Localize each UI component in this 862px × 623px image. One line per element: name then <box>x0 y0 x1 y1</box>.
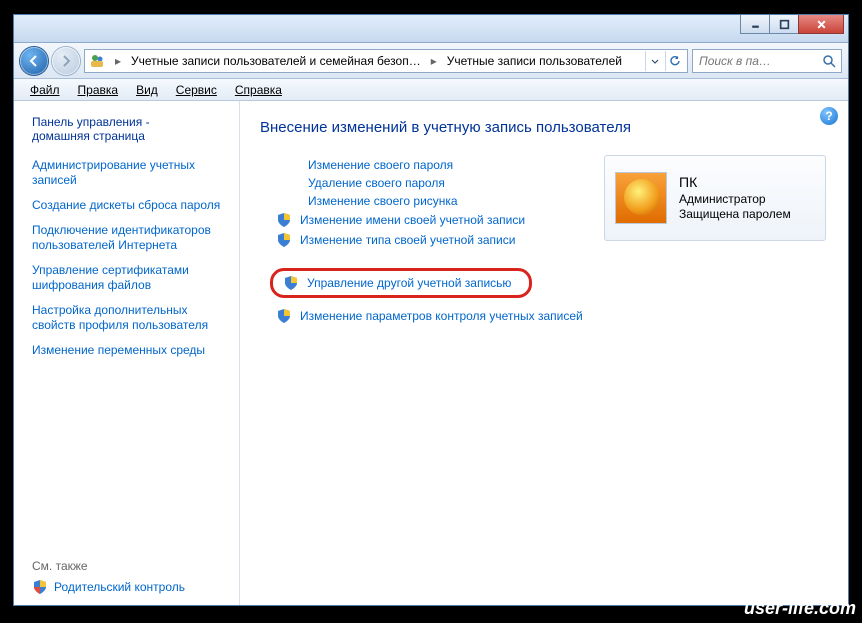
task-manage-another-account[interactable]: Управление другой учетной записью <box>307 276 511 290</box>
task-link[interactable]: Изменение параметров контроля учетных за… <box>300 309 583 323</box>
users-icon <box>89 53 105 69</box>
shield-icon <box>276 308 292 324</box>
minimize-button[interactable] <box>740 15 770 34</box>
task-link[interactable]: Изменение своего пароля <box>308 158 453 172</box>
sidebar-link[interactable]: Создание дискеты сброса пароля <box>32 198 227 213</box>
control-panel-window: ▸ Учетные записи пользователей и семейна… <box>13 14 849 606</box>
sidebar-link[interactable]: Изменение переменных среды <box>32 343 227 358</box>
search-box[interactable] <box>692 49 842 73</box>
sidebar-link[interactable]: Администрирование учетных записей <box>32 158 227 188</box>
shield-icon <box>283 275 299 291</box>
sidebar: Панель управления -домашняя страница Адм… <box>14 101 240 605</box>
search-input[interactable] <box>697 53 821 69</box>
parental-control-link[interactable]: Родительский контроль <box>54 580 185 595</box>
page-title: Внесение изменений в учетную запись поль… <box>260 119 828 136</box>
menu-view[interactable]: Вид <box>128 81 166 99</box>
account-name: ПК <box>679 173 791 191</box>
address-bar[interactable]: ▸ Учетные записи пользователей и семейна… <box>84 49 688 73</box>
highlighted-task: Управление другой учетной записью <box>270 268 532 298</box>
task-link[interactable]: Изменение типа своей учетной записи <box>300 233 515 247</box>
address-dropdown-button[interactable] <box>645 51 663 71</box>
help-button[interactable]: ? <box>820 107 838 125</box>
sidebar-heading[interactable]: Панель управления -домашняя страница <box>32 115 227 143</box>
account-card: ПК Администратор Защищена паролем <box>604 155 826 241</box>
see-also-heading: См. также <box>32 559 227 573</box>
menu-edit[interactable]: Правка <box>70 81 127 99</box>
refresh-button[interactable] <box>665 51 683 71</box>
back-button[interactable] <box>20 47 48 75</box>
task-link[interactable]: Изменение своего рисунка <box>308 194 458 208</box>
menu-help[interactable]: Справка <box>227 81 290 99</box>
account-role: Администратор <box>679 192 791 208</box>
chevron-right-icon: ▸ <box>427 54 441 68</box>
forward-button[interactable] <box>52 47 80 75</box>
sidebar-link[interactable]: Настройка дополнительных свойств профиля… <box>32 303 227 333</box>
watermark: user-life.com <box>744 598 856 619</box>
menu-bar: Файл Правка Вид Сервис Справка <box>14 79 848 101</box>
task-link[interactable]: Удаление своего пароля <box>308 176 445 190</box>
maximize-button[interactable] <box>769 15 799 34</box>
sidebar-link[interactable]: Подключение идентификаторов пользователе… <box>32 223 227 253</box>
account-password-status: Защищена паролем <box>679 207 791 223</box>
chevron-right-icon: ▸ <box>111 54 125 68</box>
breadcrumb-seg-1[interactable]: Учетные записи пользователей и семейная … <box>131 54 421 68</box>
titlebar <box>14 15 848 43</box>
task-link[interactable]: Изменение имени своей учетной записи <box>300 213 525 227</box>
close-button[interactable] <box>798 15 844 34</box>
shield-icon <box>276 212 292 228</box>
shield-icon <box>276 232 292 248</box>
breadcrumb-seg-2[interactable]: Учетные записи пользователей <box>447 54 622 68</box>
search-icon <box>821 53 837 69</box>
menu-file[interactable]: Файл <box>22 81 68 99</box>
menu-tools[interactable]: Сервис <box>168 81 225 99</box>
sidebar-link[interactable]: Управление сертификатами шифрования файл… <box>32 263 227 293</box>
main-content: ? Внесение изменений в учетную запись по… <box>240 101 848 605</box>
shield-icon <box>32 579 48 595</box>
navbar: ▸ Учетные записи пользователей и семейна… <box>14 43 848 79</box>
avatar <box>615 172 667 224</box>
